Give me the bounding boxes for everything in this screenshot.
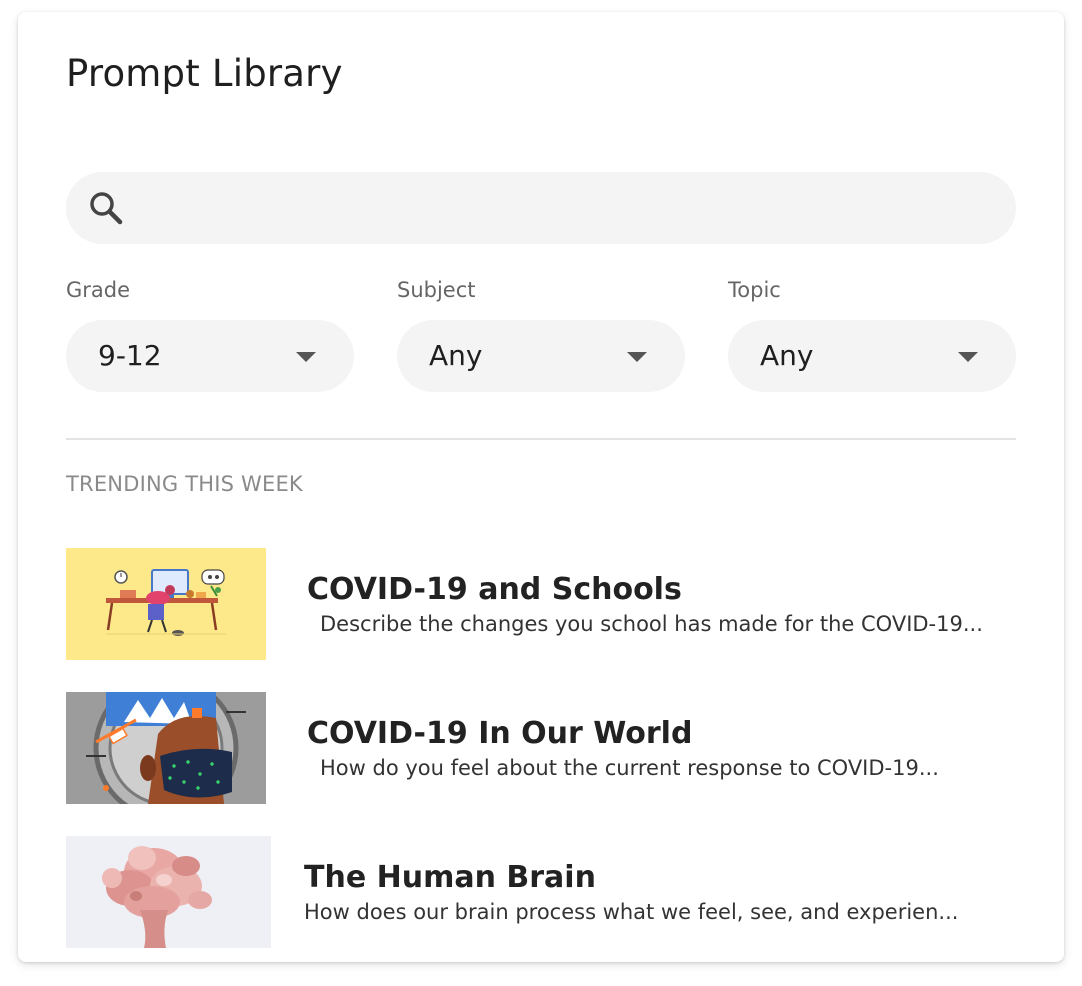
search-icon [86,188,126,228]
prompt-description: How does our brain process what we feel,… [304,900,959,924]
prompt-list-item[interactable]: COVID-19 and Schools Describe the change… [66,548,1016,660]
prompt-list-item[interactable]: The Human Brain How does our brain proce… [66,836,1016,948]
prompt-description: How do you feel about the current respon… [320,756,939,780]
caret-down-icon [296,352,316,362]
trending-heading: TRENDING THIS WEEK [66,472,303,496]
topic-dropdown[interactable]: Any [728,320,1016,392]
prompt-library-panel: Prompt Library Grade 9-12 Subject Any To… [18,12,1064,962]
section-divider [66,438,1016,440]
grade-dropdown-value: 9-12 [98,339,162,372]
prompt-description: Describe the changes you school has made… [320,612,983,636]
topic-dropdown-value: Any [760,339,814,372]
prompt-list-item[interactable]: COVID-19 In Our World How do you feel ab… [66,692,1016,804]
search-bar[interactable] [66,172,1016,244]
prompt-title: COVID-19 and Schools [307,572,682,607]
caret-down-icon [627,352,647,362]
subject-filter: Subject Any [397,276,685,392]
grade-filter-label: Grade [66,278,131,302]
grade-filter: Grade 9-12 [66,276,354,392]
subject-dropdown-value: Any [429,339,483,372]
search-input[interactable] [142,186,996,232]
subject-dropdown[interactable]: Any [397,320,685,392]
page-title: Prompt Library [66,52,343,95]
prompt-thumbnail-covid-schools [66,548,266,660]
prompt-title: COVID-19 In Our World [307,716,693,751]
prompt-title: The Human Brain [304,860,596,895]
topic-filter-label: Topic [728,278,781,302]
grade-dropdown[interactable]: 9-12 [66,320,354,392]
prompt-thumbnail-human-brain [66,836,271,948]
subject-filter-label: Subject [397,278,476,302]
topic-filter: Topic Any [728,276,1016,392]
caret-down-icon [958,352,978,362]
prompt-thumbnail-covid-world [66,692,266,804]
